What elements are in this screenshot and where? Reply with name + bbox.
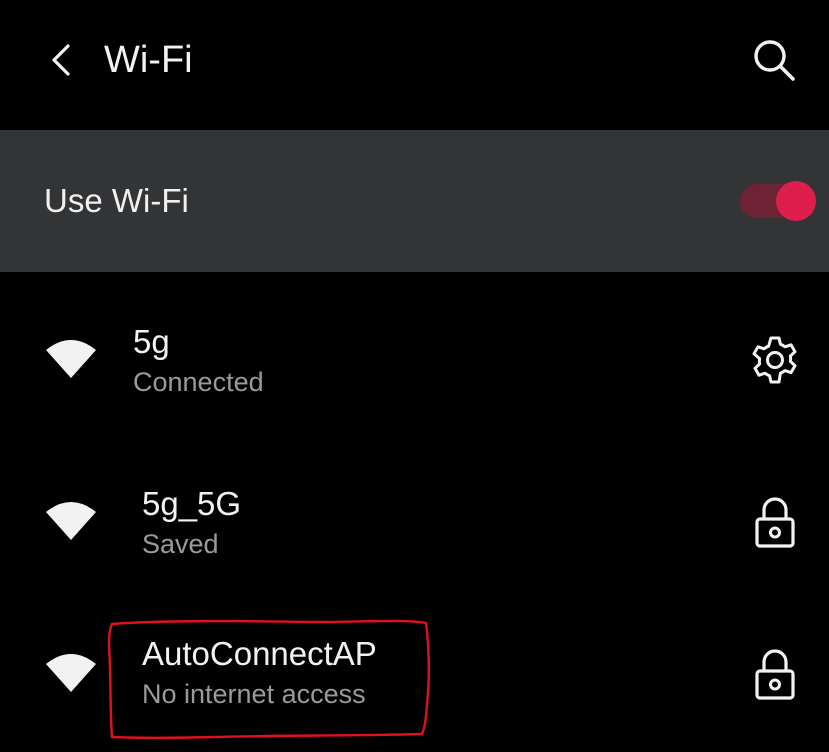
search-button[interactable]	[746, 32, 802, 88]
network-status: Saved	[142, 529, 219, 559]
network-row-5g-5g[interactable]: 5g_5G Saved	[0, 448, 829, 598]
wifi-signal-icon	[46, 502, 96, 540]
gear-icon	[752, 336, 797, 384]
search-icon	[754, 40, 795, 81]
top-app-bar: Wi-Fi	[0, 0, 829, 130]
toggle-thumb	[776, 181, 816, 221]
page-title: Wi-Fi	[104, 39, 193, 81]
wifi-signal-icon	[46, 654, 96, 692]
network-name: 5g	[133, 323, 170, 360]
use-wifi-row[interactable]: Use Wi-Fi	[0, 130, 829, 272]
network-status: No internet access	[142, 679, 366, 709]
network-secured-indicator	[748, 494, 802, 550]
network-row-5g[interactable]: 5g Connected	[0, 286, 829, 436]
back-button[interactable]	[36, 34, 86, 86]
wifi-signal-icon	[46, 340, 96, 378]
chevron-left-icon	[52, 44, 70, 76]
network-settings-button[interactable]	[748, 332, 802, 388]
network-name: AutoConnectAP	[142, 635, 377, 672]
lock-icon	[755, 497, 795, 548]
use-wifi-label: Use Wi-Fi	[44, 182, 189, 219]
network-row-autoconnectap[interactable]: AutoConnectAP No internet access	[0, 600, 829, 750]
network-status: Connected	[133, 367, 264, 397]
use-wifi-toggle[interactable]	[740, 181, 816, 221]
network-secured-indicator	[748, 646, 802, 702]
lock-icon	[755, 649, 795, 700]
network-name: 5g_5G	[142, 485, 242, 522]
